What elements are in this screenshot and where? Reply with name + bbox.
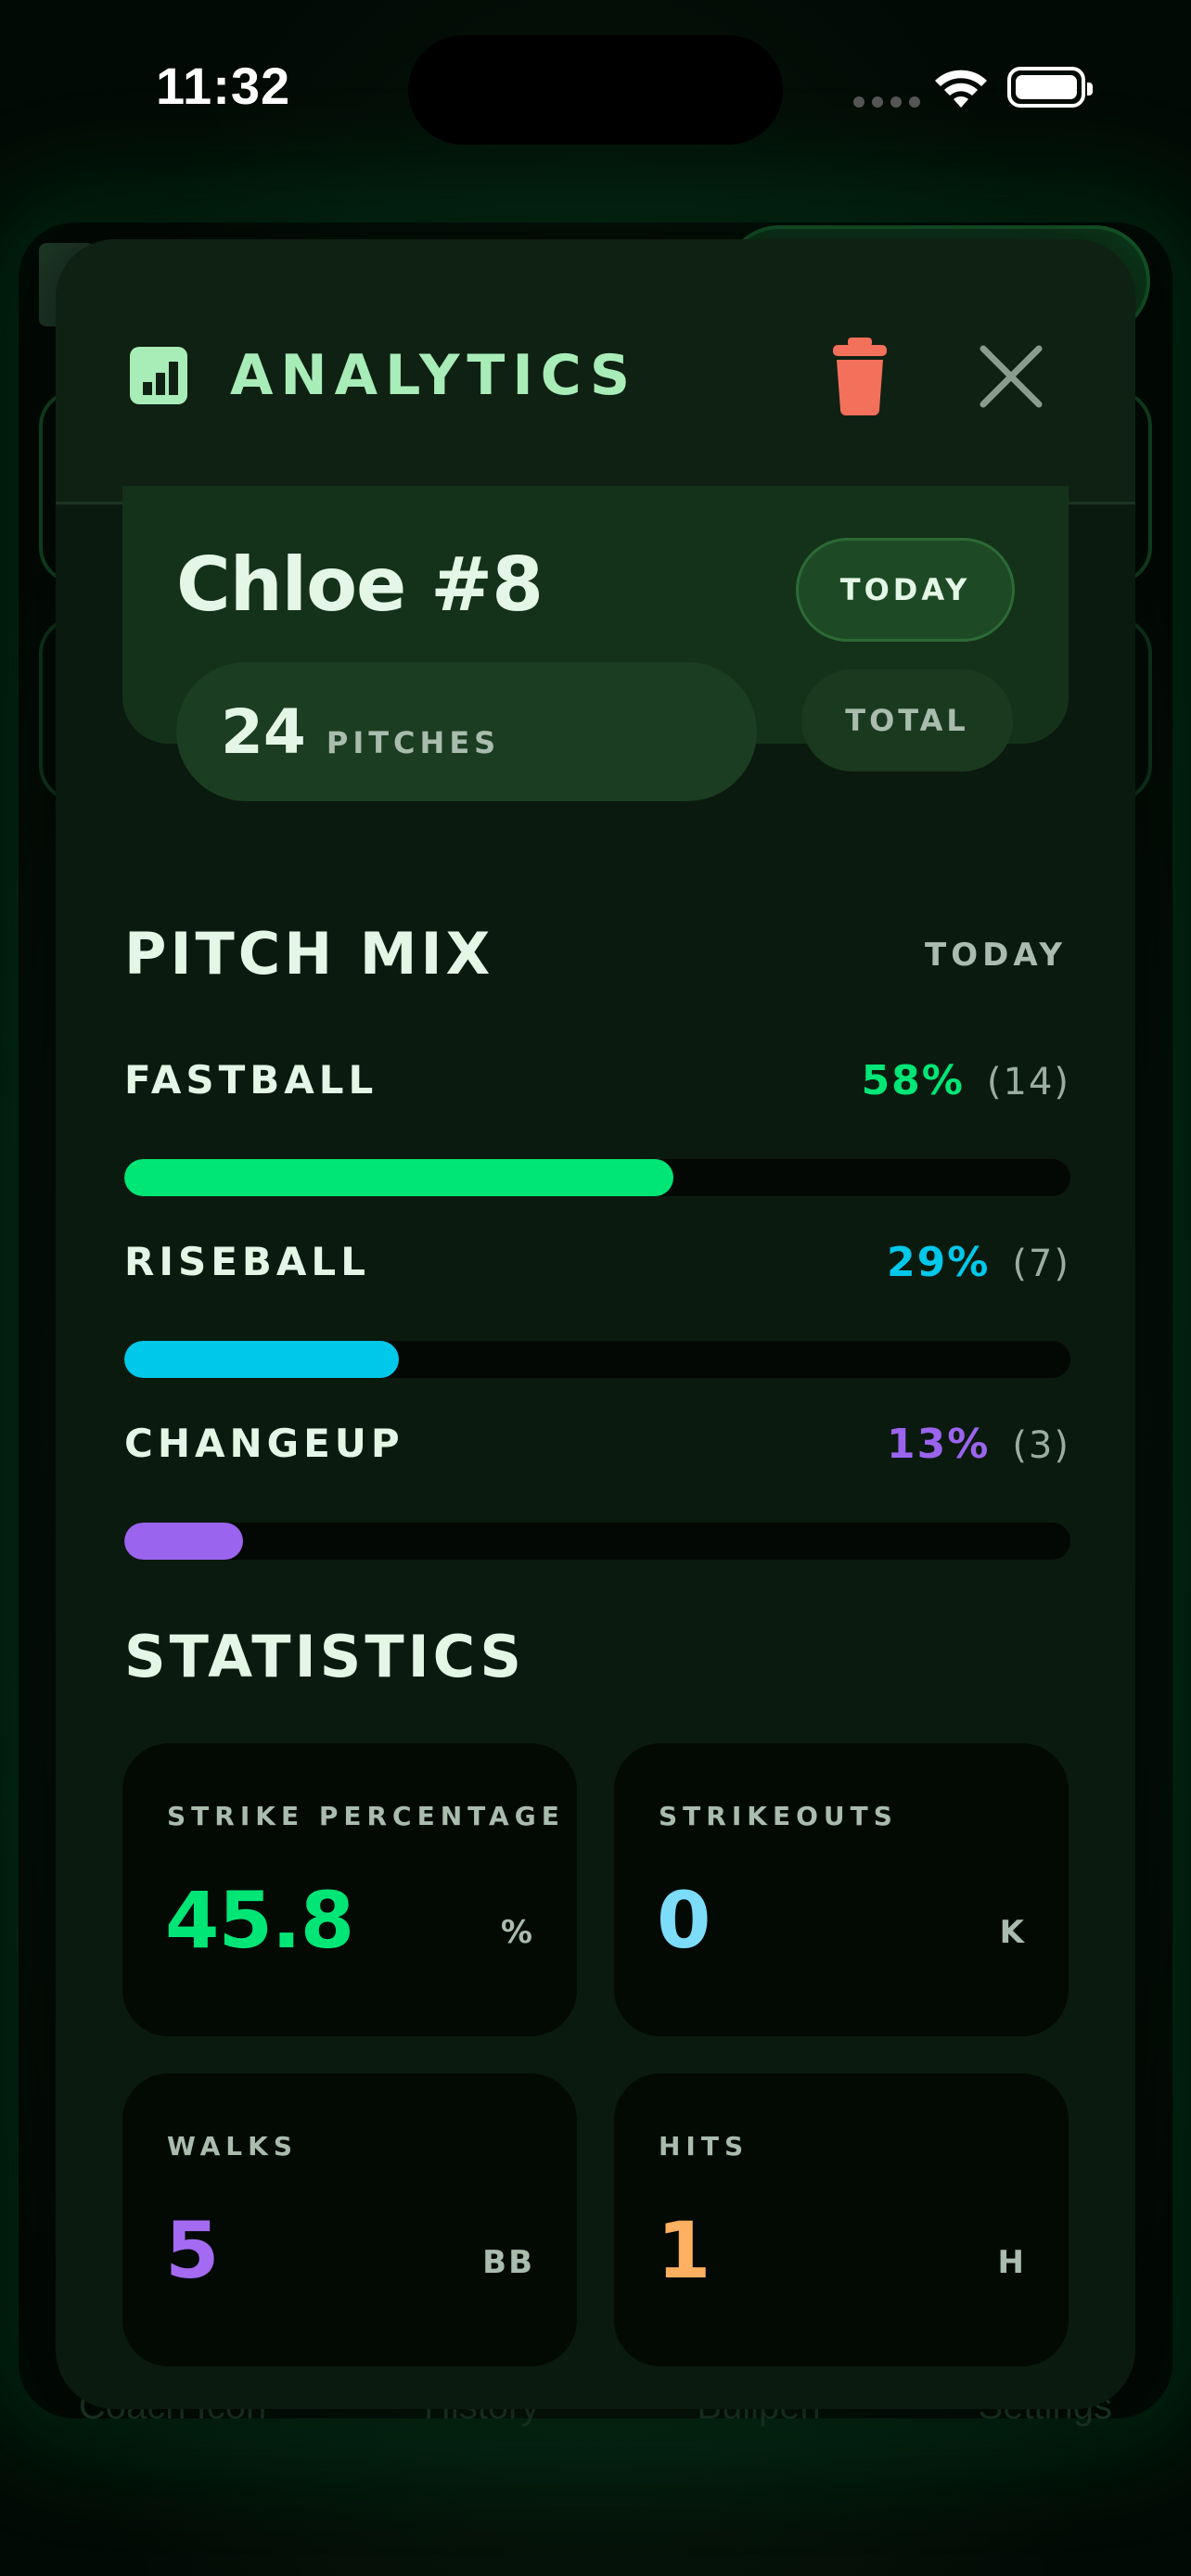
pitch-count-pill: 24 PITCHES [176,662,757,801]
pitch-mix-period: TODAY [925,937,1067,974]
pitch-mix-bar-fill [124,1159,673,1196]
pitch-mix-title: PITCH MIX [124,920,494,988]
pitch-mix-bar-fill [124,1341,399,1378]
modal-header: ANALYTICS [56,239,1135,504]
stat-unit: K [999,1914,1026,1951]
stat-value: 1 [657,2205,711,2296]
pitch-percent: 29% [887,1239,991,1286]
trash-icon[interactable] [827,338,892,415]
player-name: Chloe #8 [176,542,544,628]
pitch-mix-row-fastball: FASTBALL 58% (14) [124,1057,1070,1205]
stat-card-walks: WALKS 5 BB [122,2073,577,2366]
stat-label: STRIKEOUTS [659,1801,898,1831]
filter-total-button[interactable]: TOTAL [801,670,1013,772]
dynamic-island [408,35,783,145]
pitch-type-label: RISEBALL [124,1239,370,1284]
stat-card-strike-percentage: STRIKE PERCENTAGE 45.8 % [122,1743,577,2036]
stat-value: 45.8 [165,1875,354,1966]
stat-value: 5 [165,2205,219,2296]
status-bar: 11:32 [0,0,1191,176]
pitch-count-value: 24 [221,695,306,768]
stat-card-strikeouts: STRIKEOUTS 0 K [614,1743,1069,2036]
pitch-mix-row-changeup: CHANGEUP 13% (3) [124,1421,1070,1569]
cellular-signal-icon [853,96,920,108]
bar-chart-icon [130,347,187,404]
pitch-count: (7) [1012,1243,1070,1285]
stat-label: STRIKE PERCENTAGE [167,1801,565,1831]
stat-label: HITS [659,2131,749,2162]
stat-unit: % [500,1914,534,1951]
battery-icon [1007,67,1093,108]
player-card: Chloe #8 TODAY 24 PITCHES TOTAL [122,486,1069,801]
stat-value: 0 [657,1875,711,1966]
pitch-type-label: FASTBALL [124,1057,378,1103]
filter-today-button[interactable]: TODAY [796,538,1015,642]
pitch-mix-track [124,1159,1070,1196]
stat-card-hits: HITS 1 H [614,2073,1069,2366]
stat-unit: BB [482,2244,534,2281]
modal-content: Chloe #8 TODAY 24 PITCHES TOTAL PITCH MI… [56,486,1135,2409]
stat-label: WALKS [167,2131,299,2162]
modal-title: ANALYTICS [230,343,638,408]
pitch-percent: 58% [861,1057,965,1104]
pitch-mix-bar-fill [124,1523,243,1560]
pitch-percent: 13% [887,1421,991,1468]
wifi-icon [935,70,987,108]
pitch-count-label: PITCHES [326,725,501,760]
status-time: 11:32 [156,57,291,115]
pitch-count: (14) [986,1061,1070,1103]
pitch-mix-track [124,1341,1070,1378]
pitch-type-label: CHANGEUP [124,1421,404,1466]
pitch-mix-track [124,1523,1070,1560]
pitch-count: (3) [1012,1424,1070,1467]
analytics-modal: ANALYTICS Chloe #8 TODAY 24 PITCHES TOTA… [56,239,1135,2409]
stat-unit: H [997,2244,1026,2281]
statistics-title: STATISTICS [124,1623,525,1690]
close-icon[interactable] [976,341,1046,412]
pitch-mix-row-riseball: RISEBALL 29% (7) [124,1239,1070,1387]
